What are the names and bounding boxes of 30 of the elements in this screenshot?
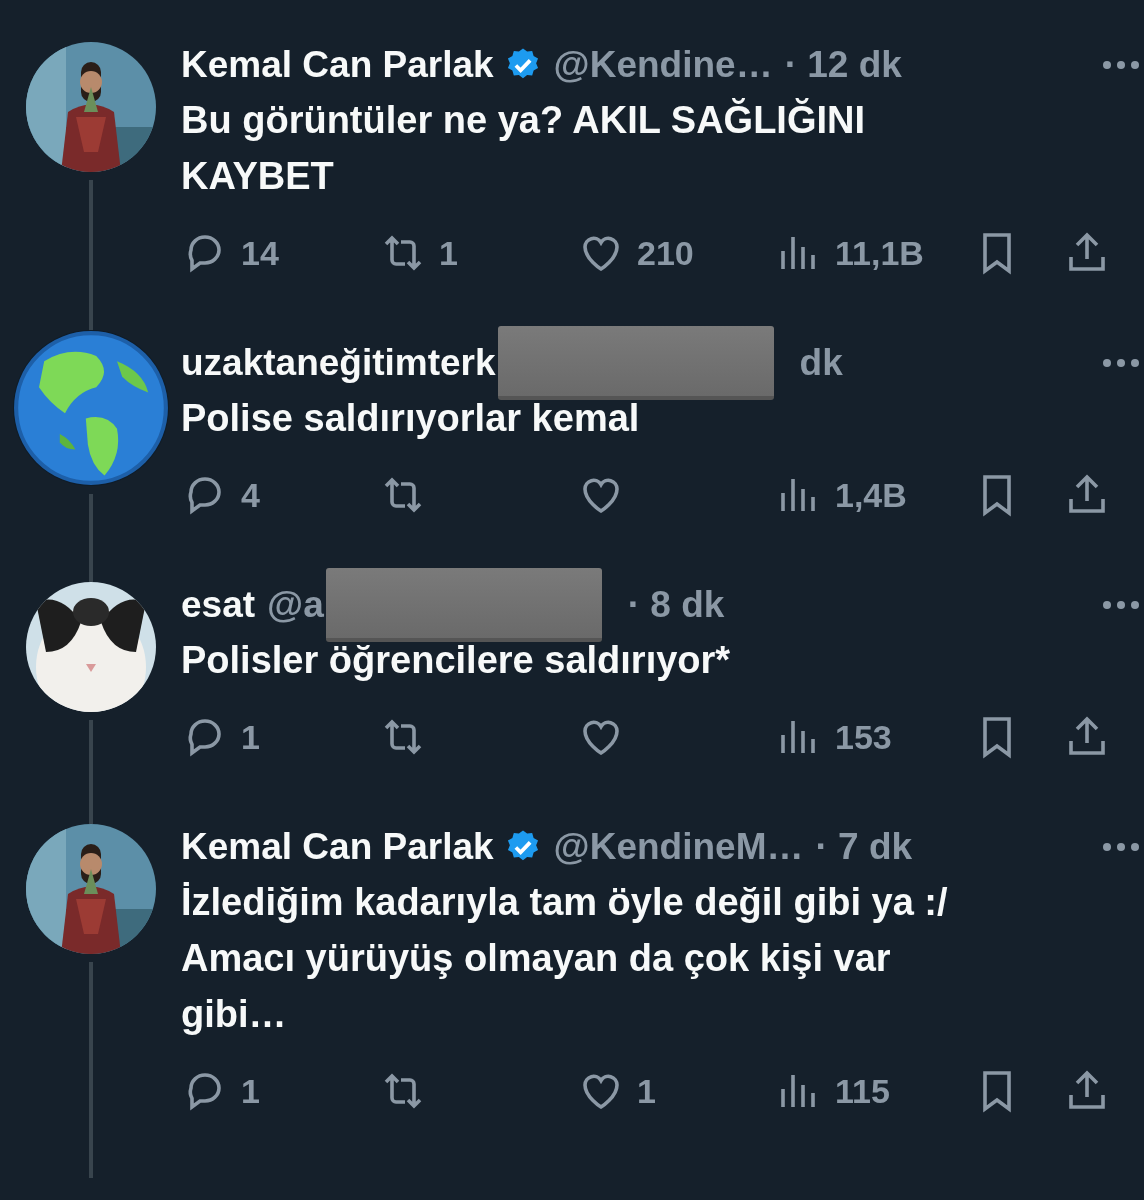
tweet-text: Bu görüntüler ne ya? AKIL SAĞLIĞINI KAYBET bbox=[181, 97, 867, 199]
more-icon[interactable] bbox=[1101, 599, 1141, 611]
post-time[interactable]: · 12 dk bbox=[784, 44, 902, 86]
reply-count: 1 bbox=[241, 1071, 260, 1111]
repost-count: 1 bbox=[439, 233, 458, 273]
view-count: 11,1B bbox=[835, 233, 924, 273]
author-name[interactable]: Kemal Can Parlak bbox=[181, 44, 494, 86]
tweet-text: Polise saldırıyorlar kemal bbox=[181, 396, 641, 441]
author-handle[interactable]: @a bbox=[267, 584, 324, 626]
more-icon[interactable] bbox=[1101, 357, 1141, 369]
like-count: 210 bbox=[637, 233, 694, 273]
author-name[interactable]: Kemal Can Parlak bbox=[181, 826, 494, 868]
author-name[interactable]: uzaktaneğitimterk bbox=[181, 342, 496, 384]
more-icon[interactable] bbox=[1101, 59, 1141, 71]
more-icon[interactable] bbox=[1101, 841, 1141, 853]
tweet-text: Polisler öğrencilere saldırıyor* bbox=[181, 638, 732, 683]
reply-count: 1 bbox=[241, 717, 260, 757]
view-count: 115 bbox=[835, 1071, 890, 1111]
reply-count: 14 bbox=[241, 233, 279, 273]
like-count: 1 bbox=[637, 1071, 656, 1111]
author-handle[interactable]: @KendineM… bbox=[553, 826, 804, 868]
post-time[interactable]: dk bbox=[799, 342, 843, 384]
author-name[interactable]: esat bbox=[181, 584, 256, 626]
author-handle[interactable]: @Kendine… bbox=[553, 44, 773, 86]
post-time[interactable]: · 8 dk bbox=[627, 584, 725, 626]
post-time[interactable]: · 7 dk bbox=[815, 826, 913, 868]
view-count: 1,4B bbox=[835, 475, 907, 515]
tweet-text: İzlediğim kadarıyla tam öyle değil gibi ya :/ Amacı yürüyüş olmayan da çok kişi var gibi… bbox=[181, 880, 949, 1037]
view-count: 153 bbox=[835, 717, 892, 757]
reply-count: 4 bbox=[241, 475, 260, 515]
